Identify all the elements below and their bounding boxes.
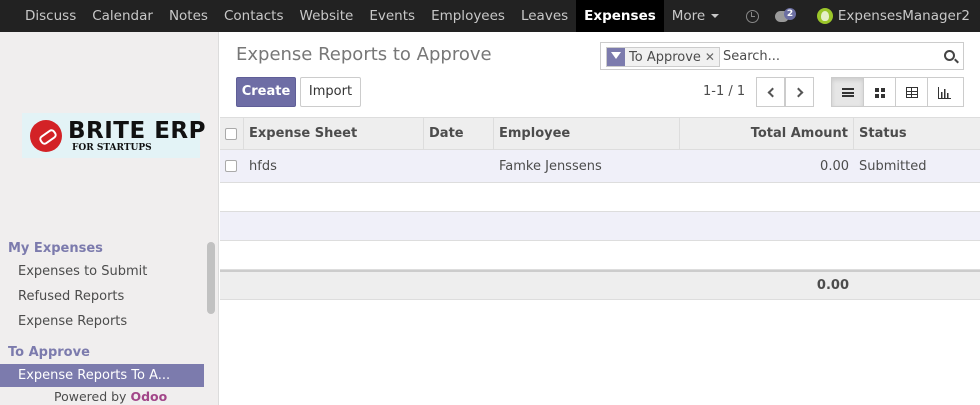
import-button[interactable]: Import <box>300 77 361 107</box>
chat-count-badge: 2 <box>783 8 797 20</box>
table-row[interactable]: hfds Famke Jenssens 0.00 Submitted <box>220 150 980 183</box>
list-view-button[interactable] <box>831 77 864 107</box>
user-avatar[interactable] <box>816 8 833 24</box>
cell-total-amount: 0.00 <box>820 158 849 174</box>
pager-previous-button[interactable] <box>756 77 785 107</box>
col-date[interactable]: Date <box>424 118 494 149</box>
col-status[interactable]: Status <box>854 118 980 149</box>
company-logo: BRITE ERP FOR STARTUPS <box>22 113 206 158</box>
table-footer: 0.00 <box>220 270 980 300</box>
empty-row <box>220 212 980 241</box>
kanban-view-button[interactable] <box>863 77 896 107</box>
col-expense-sheet[interactable]: Expense Sheet <box>244 118 424 149</box>
logo-subtitle: FOR STARTUPS <box>72 143 152 153</box>
graph-view-button[interactable] <box>927 77 964 107</box>
filter-icon <box>607 48 625 66</box>
user-menu[interactable]: ExpensesManager2 <box>838 8 970 24</box>
pager-next-button[interactable] <box>785 77 814 107</box>
row-checkbox[interactable] <box>225 160 237 172</box>
nav-more-menu[interactable]: More <box>664 0 727 32</box>
cell-employee: Famke Jenssens <box>499 158 602 174</box>
nav-more-label: More <box>671 8 706 24</box>
search-input[interactable] <box>723 46 933 66</box>
list-icon <box>842 88 854 97</box>
pivot-view-button[interactable] <box>895 77 928 107</box>
search-icon[interactable] <box>944 50 955 61</box>
sidebar-item-refused-reports[interactable]: Refused Reports <box>0 285 204 308</box>
col-total-amount[interactable]: Total Amount <box>680 118 854 149</box>
sidebar-item-expense-reports[interactable]: Expense Reports <box>0 310 204 333</box>
select-all-cell <box>220 118 244 149</box>
search-facet: To Approve ✕ <box>606 47 720 67</box>
empty-row <box>220 183 980 212</box>
page-title: Expense Reports to Approve <box>236 44 492 65</box>
powered-by: Powered by Odoo <box>54 389 167 404</box>
pivot-icon <box>906 87 918 98</box>
section-my-expenses: My Expenses <box>8 241 103 256</box>
remove-facet-icon[interactable]: ✕ <box>705 50 719 64</box>
logo-mark-icon <box>30 120 62 152</box>
nav-expenses[interactable]: Expenses <box>576 0 664 32</box>
nav-notes[interactable]: Notes <box>161 0 216 32</box>
sidebar-item-expense-reports-to-approve[interactable]: Expense Reports To A... <box>0 364 204 387</box>
top-navbar: Discuss Calendar Notes Contacts Website … <box>0 0 980 32</box>
chevron-left-icon <box>767 87 778 98</box>
nav-events[interactable]: Events <box>361 0 423 32</box>
messaging-menu[interactable]: 2 <box>774 8 801 24</box>
chevron-right-icon <box>793 87 804 98</box>
nav-leaves[interactable]: Leaves <box>513 0 576 32</box>
sidebar: BRITE ERP FOR STARTUPS My Expenses Expen… <box>0 32 219 405</box>
nav-website[interactable]: Website <box>292 0 362 32</box>
nav-contacts[interactable]: Contacts <box>216 0 292 32</box>
clock-icon[interactable] <box>745 9 759 23</box>
logo-title: BRITE ERP <box>68 118 206 144</box>
sidebar-scrollbar[interactable] <box>207 242 215 314</box>
cell-expense-sheet: hfds <box>249 158 277 174</box>
empty-row <box>220 241 980 270</box>
sidebar-item-expenses-to-submit[interactable]: Expenses to Submit <box>0 260 204 283</box>
nav-employees[interactable]: Employees <box>423 0 513 32</box>
nav-calendar[interactable]: Calendar <box>84 0 161 32</box>
select-all-checkbox[interactable] <box>225 127 237 140</box>
cell-date <box>424 150 494 182</box>
caret-down-icon <box>711 14 720 18</box>
cell-status: Submitted <box>859 158 927 174</box>
kanban-icon <box>875 88 885 98</box>
navbar-systray: 2 ExpensesManager2 <box>745 0 970 32</box>
powered-prefix: Powered by <box>54 389 127 404</box>
odoo-link[interactable]: Odoo <box>130 389 167 404</box>
pager-value[interactable]: 1-1 / 1 <box>703 84 745 99</box>
row-select-cell <box>220 150 244 182</box>
footer-total-amount: 0.00 <box>816 278 849 293</box>
table-header: Expense Sheet Date Employee Total Amount… <box>220 117 980 150</box>
graph-icon <box>938 87 951 99</box>
nav-discuss[interactable]: Discuss <box>0 0 84 32</box>
create-button[interactable]: Create <box>236 77 296 107</box>
search-bar: To Approve ✕ <box>600 42 964 70</box>
col-employee[interactable]: Employee <box>494 118 680 149</box>
facet-label: To Approve <box>629 49 701 65</box>
section-to-approve: To Approve <box>8 345 90 360</box>
